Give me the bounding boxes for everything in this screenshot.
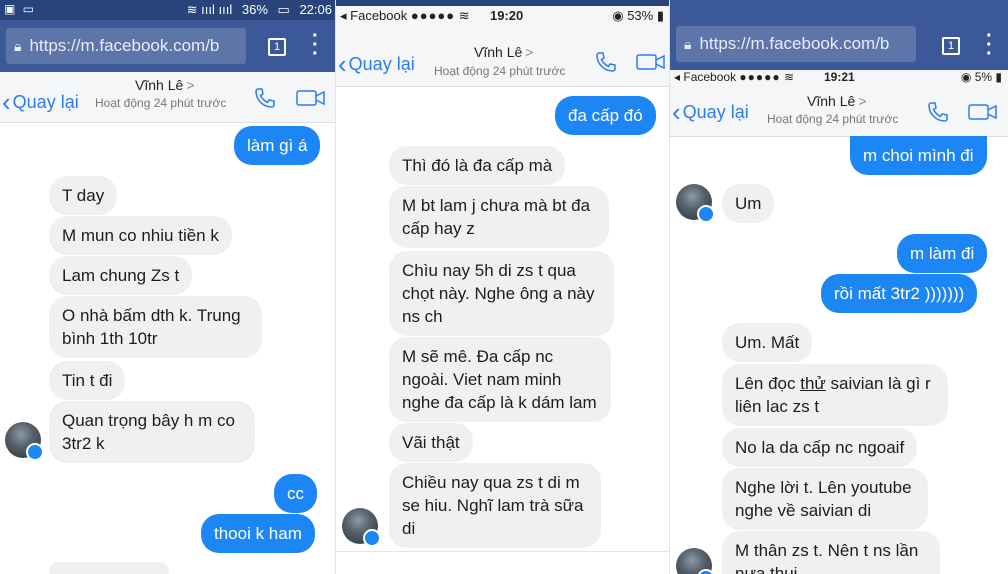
- conversation-header: ‹ Quay lại Vĩnh Lê > Hoạt động 24 phút trư…: [336, 26, 670, 87]
- wifi-icon: ≋: [784, 70, 795, 84]
- incoming-message: Lam chung Zs t: [49, 256, 193, 295]
- chevron-left-icon: ‹: [338, 49, 347, 79]
- outgoing-message: m làm đi: [897, 234, 988, 273]
- outgoing-message: thooi k ham: [201, 514, 315, 553]
- messenger-badge-icon: [363, 529, 381, 547]
- incoming-message: M sẽ mê. Đa cấp nc ngoài. Viet nam minh …: [389, 337, 611, 422]
- outgoing-message: làm gì á: [234, 126, 321, 165]
- video-call-icon[interactable]: [968, 102, 998, 122]
- incoming-message: T day: [49, 176, 118, 215]
- back-button[interactable]: ‹ Quay lại: [672, 94, 749, 127]
- contact-active-status: Hoạt động 24 phút trước: [95, 96, 227, 110]
- battery-icon: ▮: [995, 70, 1002, 84]
- avatar: [342, 508, 381, 547]
- battery-icon: ▮: [656, 8, 664, 23]
- incoming-message: Quan trọng bây h m co 3tr2 k: [49, 401, 255, 463]
- incoming-message: Um: [722, 184, 775, 223]
- incoming-message: Um. Mất: [722, 323, 813, 362]
- contact-name[interactable]: Vĩnh Lê >: [474, 44, 533, 60]
- back-button[interactable]: ‹ Quay lại: [338, 46, 415, 79]
- conversation-header: ‹ Quay lại Vĩnh Lê > Hoạt động 24 phút trư…: [670, 86, 1008, 137]
- carrier-label: Facebook: [350, 8, 408, 23]
- ios-status-bar: ◂ Facebook ●●●●● ≋ 19:20 ◉ 53% ▮: [336, 6, 670, 26]
- lock-icon: 🔒︎: [684, 36, 692, 52]
- ios-status-bar: ◂ Facebook ●●●●● ≋ 19:21 ◉ 5% ▮: [670, 70, 1008, 86]
- screenshot-panel-2: ◂ Facebook ●●●●● ≋ 19:20 ◉ 53% ▮ ‹ Quay l…: [336, 0, 670, 574]
- incoming-message: M thân zs t. Nên t ns lần nựa thui: [722, 531, 940, 574]
- contact-active-status: Hoạt động 24 phút trước: [434, 64, 566, 78]
- incoming-message: Vãi thật: [389, 423, 473, 462]
- android-status-bar-partial: [670, 0, 1008, 14]
- incoming-message: O nhà bấm dth k. Trung bình 1th 10tr: [49, 296, 262, 358]
- carrier-label: Facebook: [683, 70, 737, 84]
- phone-call-icon[interactable]: [594, 50, 618, 74]
- contact-active-status: Hoạt động 24 phút trước: [767, 112, 899, 126]
- tab-switcher-button[interactable]: 1: [942, 37, 960, 55]
- outgoing-message: rồi mất 3tr2 ))))))): [821, 274, 978, 313]
- signal-dots: ●●●●●: [410, 8, 456, 23]
- chevron-right-icon: >: [858, 93, 867, 109]
- lock-icon: 🔒︎: [14, 38, 22, 54]
- incoming-message-partial: [49, 562, 169, 574]
- avatar: [676, 548, 715, 574]
- clock: 19:21: [824, 70, 855, 84]
- chevron-right-icon: >: [525, 44, 534, 60]
- incoming-message: M bt lam j chưa mà bt đa cấp hay z: [389, 186, 609, 248]
- browser-url-bar: 🔒︎ https://m.facebook.com/b 1 · · ·: [0, 20, 336, 72]
- incoming-message: No la da cấp nc ngoaif: [722, 428, 918, 467]
- screenshot-panel-3: 🔒︎ https://m.facebook.com/b 1 · · · ◂ Faceb…: [670, 0, 1008, 574]
- video-call-icon[interactable]: [296, 88, 326, 108]
- signal-icons: ≋ ıııl ıııl: [186, 2, 233, 17]
- chevron-left-icon: ‹: [2, 87, 11, 117]
- video-call-icon[interactable]: [636, 52, 666, 72]
- tab-switcher-button[interactable]: 1: [268, 38, 286, 56]
- battery-icon: ▭: [277, 2, 290, 17]
- messenger-badge-icon: [26, 443, 44, 461]
- outgoing-message: đa cấp đó: [555, 96, 656, 135]
- back-to-app-icon: ◂: [674, 70, 681, 84]
- incoming-message: M mun co nhiu tiền k: [49, 216, 232, 255]
- battery-level: 53%: [627, 8, 654, 23]
- incoming-message: Nghe lời t. Lên youtube nghe về saivian …: [722, 468, 928, 530]
- messenger-badge-icon: [697, 205, 715, 223]
- incoming-message: Thì đó là đa cấp mà: [389, 146, 566, 185]
- rotation-lock-icon: ◉: [960, 70, 972, 84]
- incoming-message: Chiều nay qua zs t di m se hiu. Nghĩ lam…: [389, 463, 601, 548]
- browser-menu-icon[interactable]: · · ·: [986, 26, 993, 64]
- bottom-edge: [336, 551, 670, 574]
- avatar: [676, 184, 715, 223]
- clock: 22:06: [299, 2, 332, 17]
- url-field[interactable]: 🔒︎ https://m.facebook.com/b: [676, 26, 916, 62]
- contact-name[interactable]: Vĩnh Lê >: [135, 77, 194, 93]
- signal-dots: ●●●●●: [739, 70, 781, 84]
- battery-level: 36%: [241, 2, 268, 17]
- messenger-badge-icon: [697, 569, 715, 574]
- chevron-right-icon: >: [186, 77, 195, 93]
- battery-level: 5%: [974, 70, 993, 84]
- outgoing-message: m choi mình đi: [850, 136, 987, 175]
- notification-icons: ▣ ▭: [4, 2, 37, 16]
- chevron-left-icon: ‹: [672, 97, 681, 127]
- back-to-app-icon: ◂: [340, 8, 347, 23]
- rotation-lock-icon: ◉: [612, 8, 624, 23]
- wifi-icon: ≋: [458, 8, 470, 23]
- clock: 19:20: [490, 8, 524, 23]
- incoming-message: Lên đọc thử saivian là gì r liên lac zs …: [722, 364, 948, 426]
- url-field[interactable]: 🔒︎ https://m.facebook.com/b: [6, 28, 246, 64]
- avatar: [5, 422, 44, 461]
- phone-call-icon[interactable]: [926, 100, 950, 124]
- conversation-header: ‹ Quay lại Vĩnh Lê > Hoạt động 24 phút trư…: [0, 72, 336, 123]
- browser-menu-icon[interactable]: · · ·: [312, 26, 319, 64]
- screenshot-panel-1: ▣ ▭ ≋ ıııl ıııl 36% ▭ 22:06 🔒︎ https://m.…: [0, 0, 336, 574]
- contact-name[interactable]: Vĩnh Lê >: [807, 93, 866, 109]
- back-button[interactable]: ‹ Quay lại: [2, 84, 79, 117]
- browser-url-bar: 🔒︎ https://m.facebook.com/b 1 · · ·: [670, 14, 1008, 70]
- outgoing-message: cc: [274, 474, 317, 513]
- incoming-message: Chìu nay 5h di zs t qua chọt này. Nghe ô…: [389, 251, 614, 336]
- android-status-bar: ▣ ▭ ≋ ıııl ıııl 36% ▭ 22:06: [0, 0, 336, 20]
- incoming-message: Tin t đi: [49, 361, 126, 400]
- phone-call-icon[interactable]: [253, 86, 277, 110]
